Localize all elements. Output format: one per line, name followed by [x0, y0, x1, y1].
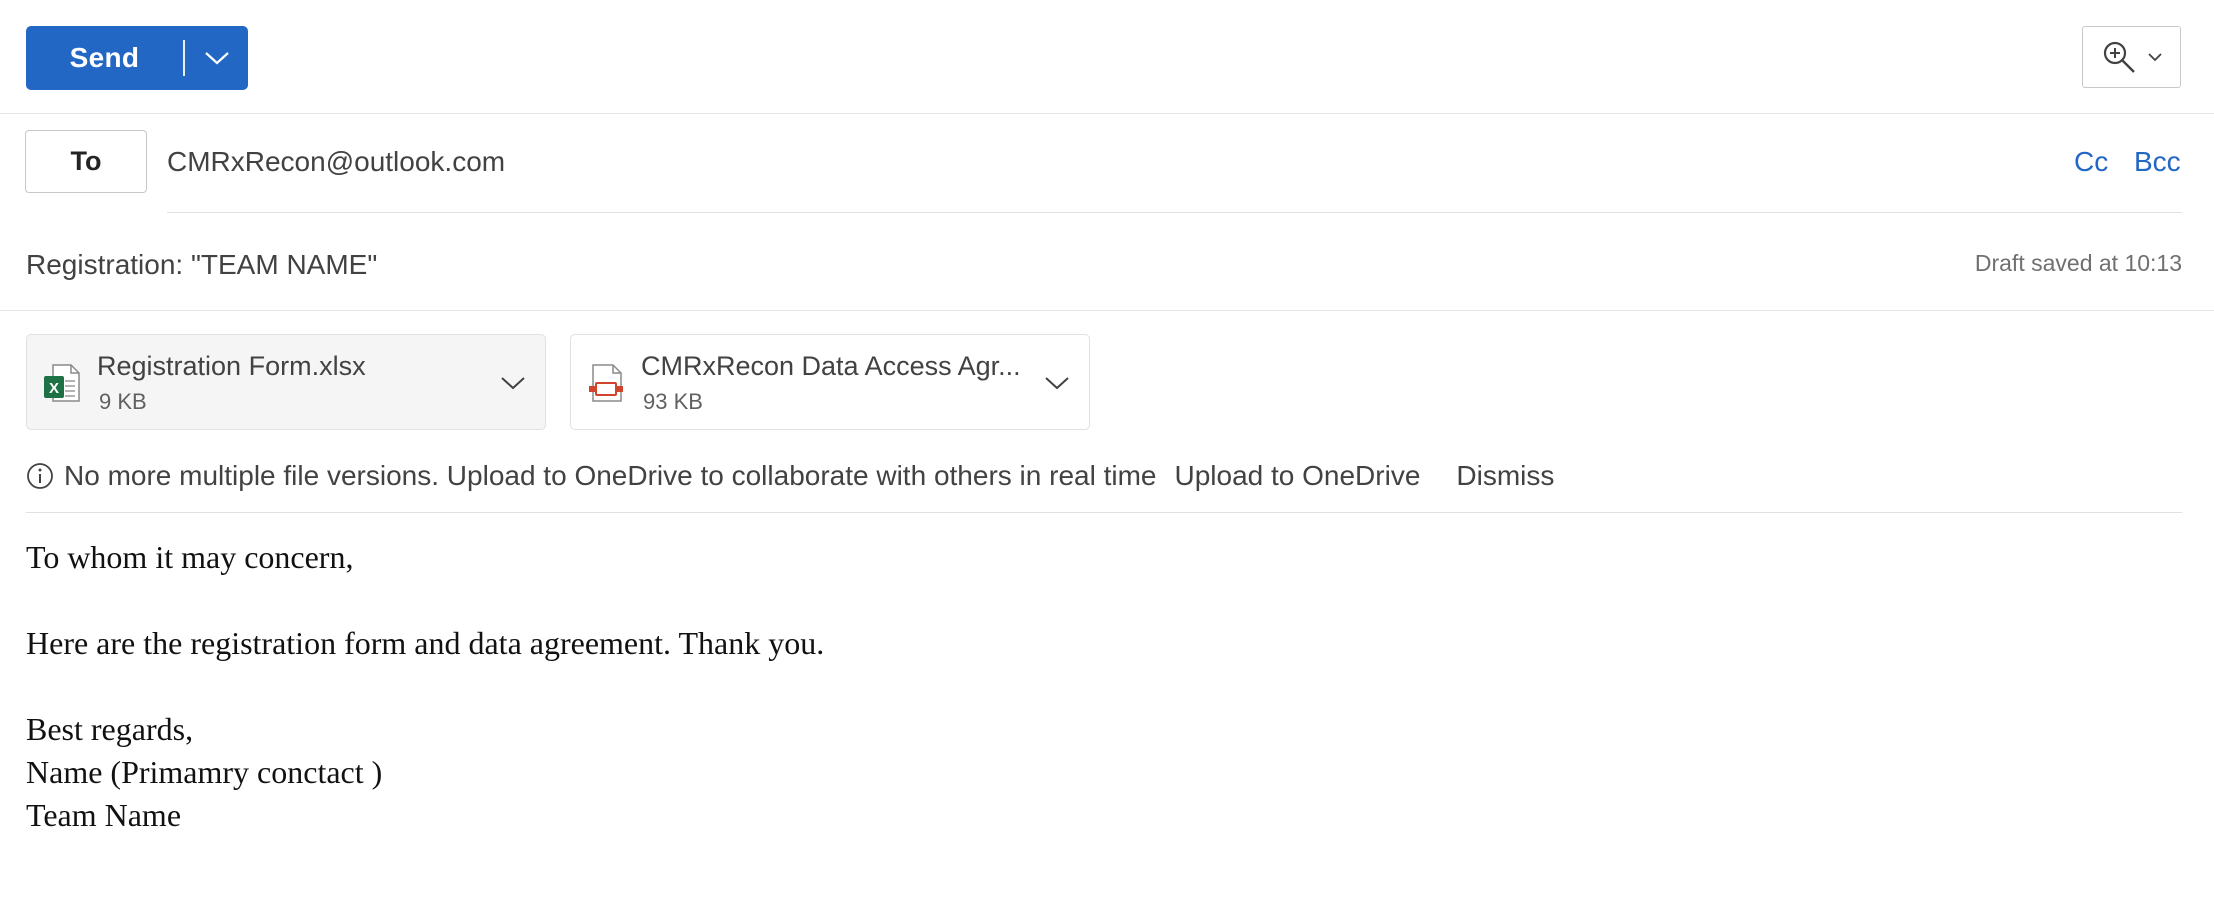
- body-line: Here are the registration form and data …: [26, 625, 825, 661]
- chevron-down-icon[interactable]: [499, 371, 527, 395]
- body-line: Best regards,: [26, 711, 194, 747]
- send-options-button[interactable]: [185, 26, 248, 90]
- zoom-in-icon: [2103, 41, 2135, 73]
- onedrive-banner: No more multiple file versions. Upload t…: [26, 456, 1554, 496]
- attachment-name: Registration Form.xlsx: [97, 351, 366, 381]
- body-line: [26, 579, 2176, 622]
- attachment-card[interactable]: X Registration Form.xlsx 9 KB: [26, 334, 546, 430]
- compose-pane: Send To CMRxRecon@outlook.com Cc Bcc Reg…: [0, 0, 2214, 920]
- body-line: Team Name: [26, 797, 182, 833]
- body-line: [26, 665, 2176, 708]
- upload-to-onedrive-button[interactable]: Upload to OneDrive: [1174, 460, 1420, 492]
- to-field-divider: [167, 212, 2182, 213]
- send-divider: [183, 40, 185, 76]
- excel-file-icon: X: [44, 364, 80, 402]
- chevron-down-icon: [2147, 53, 2162, 62]
- chevron-down-icon[interactable]: [1043, 371, 1071, 395]
- chevron-down-icon: [204, 52, 229, 65]
- banner-message: No more multiple file versions. Upload t…: [64, 460, 1157, 491]
- body-line: Name (Primamry conctact ): [26, 754, 383, 790]
- message-body[interactable]: To whom it may concern, Here are the reg…: [26, 536, 2176, 837]
- send-button[interactable]: Send: [26, 26, 248, 90]
- subject-divider: [0, 310, 2214, 311]
- attachment-size: 9 KB: [99, 389, 147, 414]
- attachment-card[interactable]: CMRxRecon Data Access Agr... 93 KB: [570, 334, 1090, 430]
- to-button[interactable]: To: [25, 130, 147, 193]
- attachment-name: CMRxRecon Data Access Agr...: [641, 351, 1021, 381]
- dismiss-button[interactable]: Dismiss: [1456, 460, 1554, 492]
- bcc-button[interactable]: Bcc: [2134, 146, 2181, 178]
- body-line: To whom it may concern,: [26, 539, 354, 575]
- pdf-file-icon: [589, 364, 623, 402]
- to-recipient[interactable]: CMRxRecon@outlook.com: [167, 140, 505, 184]
- attachment-size: 93 KB: [643, 389, 703, 414]
- svg-text:X: X: [49, 380, 59, 397]
- cc-button[interactable]: Cc: [2074, 146, 2108, 178]
- draft-status: Draft saved at 10:13: [1974, 250, 2182, 276]
- send-label[interactable]: Send: [26, 42, 183, 74]
- subject-field[interactable]: Registration: "TEAM NAME": [26, 244, 377, 286]
- info-icon: [27, 463, 53, 489]
- banner-divider: [26, 512, 2182, 513]
- zoom-button[interactable]: [2082, 26, 2181, 88]
- compose-toolbar: Send: [0, 0, 2214, 114]
